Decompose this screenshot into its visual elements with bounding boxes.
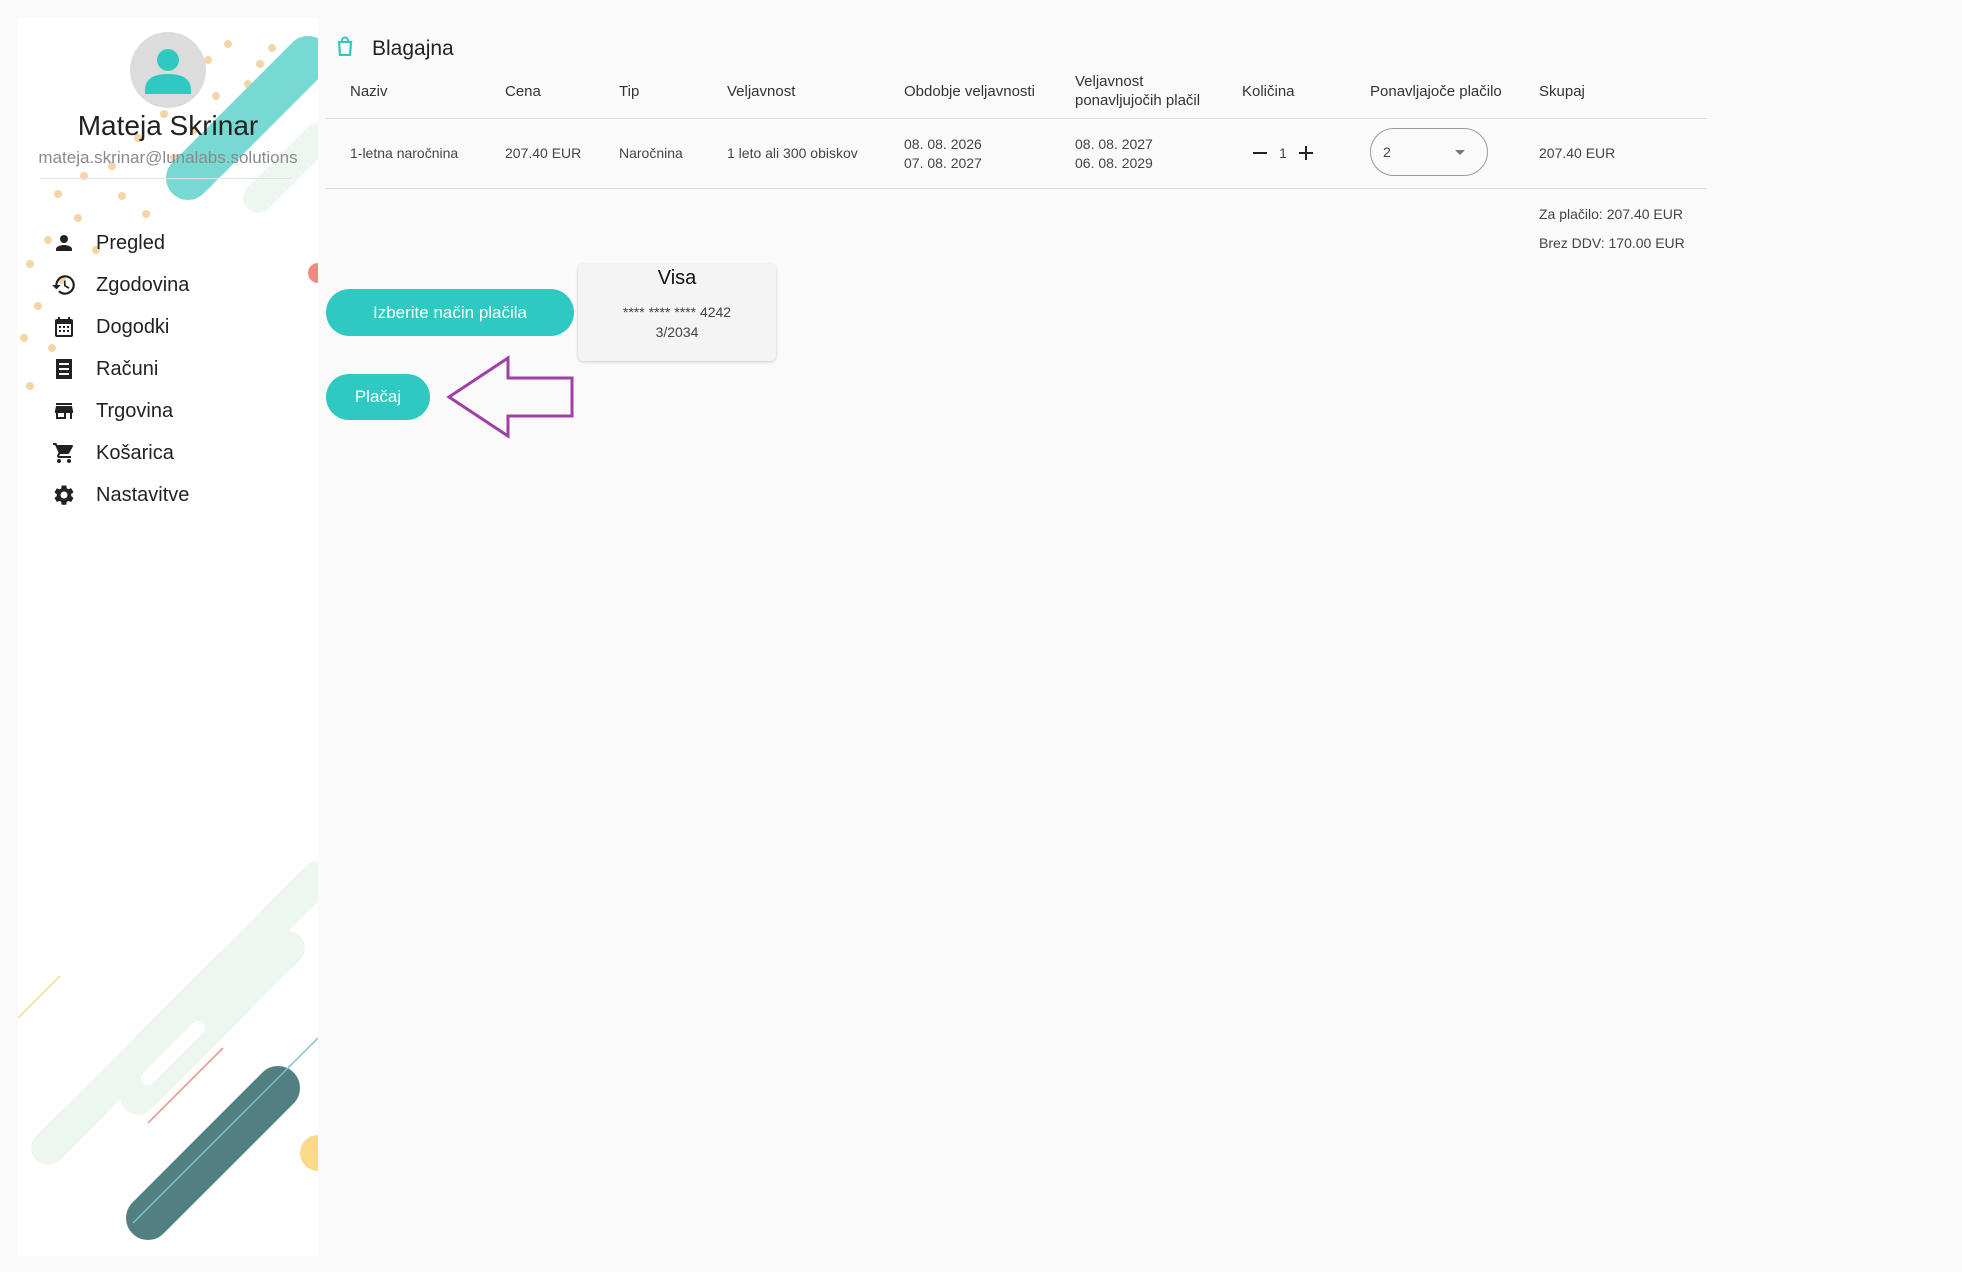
total-without-vat: Brez DDV: 170.00 EUR [1539,235,1685,251]
sidebar-item-dogodki[interactable]: Dogodki [18,306,318,348]
column-header-total: Skupaj [1539,83,1585,100]
cart-table: Naziv Cena Tip Veljavnost Obdobje veljav… [326,64,1707,189]
table-header-row: Naziv Cena Tip Veljavnost Obdobje veljav… [326,64,1707,119]
sidebar-decoration [18,36,318,1240]
minus-icon [1253,152,1267,154]
user-name: Mateja Skrinar [77,110,259,141]
store-icon [50,397,78,425]
sidebar-item-racuni[interactable]: Računi [18,348,318,390]
row-validity: 1 leto ali 300 obiskov [727,145,858,161]
cart-icon [50,439,78,467]
plus-icon [1299,146,1313,160]
sidebar-nav: Pregled Zgodovina Dogodki Računi Trgovin… [18,222,318,516]
sidebar-item-zgodovina[interactable]: Zgodovina [18,264,318,306]
column-header-recurring-validity: Veljavnost ponavljujočih plačil [1075,72,1200,110]
recurring-payment-select[interactable]: 2 [1370,128,1488,176]
sidebar-divider [40,178,292,179]
column-header-recurring-validity-line2: ponavljujočih plačil [1075,92,1201,109]
calendar-icon [50,313,78,341]
order-totals: Za plačilo: 207.40 EUR Brez DDV: 170.00 … [1539,200,1685,258]
payment-card[interactable]: Visa **** **** **** 4242 3/2034 [578,264,776,361]
page-title: Blagajna [372,36,454,60]
person-icon [50,229,78,257]
sidebar-item-kosarica[interactable]: Košarica [18,432,318,474]
sidebar-item-label: Pregled [96,231,165,254]
page-header: Blagajna [336,36,454,61]
choose-payment-method-button[interactable]: Izberite način plačila [326,289,574,336]
card-expiry: 3/2034 [655,324,699,340]
sidebar: Mateja Skrinar mateja.skrinar@lunalabs.s… [18,18,318,1256]
row-period: 08. 08. 2026 07. 08. 2027 [904,135,982,173]
quantity-stepper: 1 [1247,140,1319,166]
sidebar-item-label: Dogodki [96,315,170,338]
sidebar-item-label: Nastavitve [96,483,190,506]
sidebar-item-label: Košarica [96,441,174,464]
decrease-quantity-button[interactable] [1247,140,1273,166]
row-total: 207.40 EUR [1539,145,1616,161]
sidebar-item-pregled[interactable]: Pregled [18,222,318,264]
card-brand: Visa [657,267,697,289]
column-header-validity: Veljavnost [727,83,796,100]
sidebar-item-nastavitve[interactable]: Nastavitve [18,474,318,516]
row-recurring-validity: 08. 08. 2027 06. 08. 2029 [1075,135,1153,173]
quantity-value: 1 [1279,144,1287,161]
sidebar-item-trgovina[interactable]: Trgovina [18,390,318,432]
column-header-recurring-validity-line1: Veljavnost [1075,73,1144,90]
column-header-quantity: Količina [1242,83,1295,100]
row-recurring-start: 08. 08. 2027 [1075,136,1153,152]
person-avatar-icon [145,49,191,94]
row-price: 207.40 EUR [505,145,582,161]
row-type: Naročnina [619,145,683,161]
column-header-type: Tip [619,83,640,100]
card-number: **** **** **** 4242 [622,304,732,320]
history-icon [50,271,78,299]
total-to-pay: Za plačilo: 207.40 EUR [1539,206,1683,222]
increase-quantity-button[interactable] [1293,140,1319,166]
table-row: 1-letna naročnina 207.40 EUR Naročnina 1… [326,119,1707,189]
sidebar-item-label: Trgovina [96,399,174,422]
row-name: 1-letna naročnina [350,145,459,161]
user-email: mateja.skrinar@lunalabs.solutions [38,148,298,167]
row-period-end: 07. 08. 2027 [904,155,982,171]
row-period-start: 08. 08. 2026 [904,136,982,152]
row-recurring-end: 06. 08. 2029 [1075,155,1153,171]
annotation-arrow-icon [446,355,574,439]
gear-icon [50,481,78,509]
pay-button[interactable]: Plačaj [326,374,430,420]
receipt-icon [50,355,78,383]
sidebar-item-label: Računi [96,357,159,380]
chevron-down-icon [1455,150,1465,155]
recurring-payment-value: 2 [1383,144,1391,160]
column-header-price: Cena [505,83,541,100]
avatar[interactable] [130,32,206,108]
main-content: Blagajna Naziv Cena Tip Veljavnost Obdob… [326,0,1707,1272]
column-header-recurring-payment: Ponavljajoče plačilo [1370,83,1502,100]
column-header-name: Naziv [350,83,388,100]
shopping-bag-icon [336,36,354,61]
sidebar-item-label: Zgodovina [96,273,190,296]
column-header-period: Obdobje veljavnosti [904,83,1035,100]
